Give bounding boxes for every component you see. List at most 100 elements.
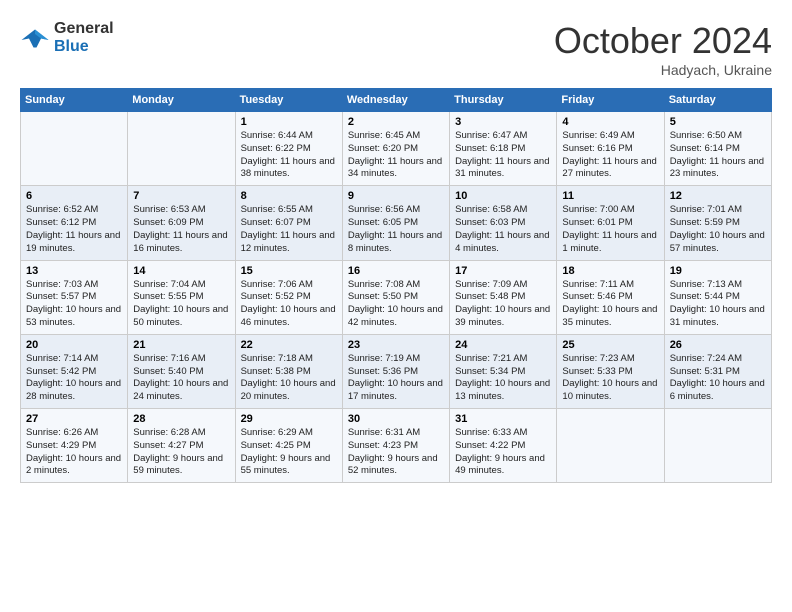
day-info: Sunrise: 7:01 AM Sunset: 5:59 PM Dayligh… [670, 204, 766, 255]
day-info: Sunrise: 6:53 AM Sunset: 6:09 PM Dayligh… [133, 204, 229, 255]
day-number: 26 [670, 339, 766, 351]
day-number: 24 [455, 339, 551, 351]
calendar-cell: 21 Sunrise: 7:16 AM Sunset: 5:40 PM Dayli… [128, 334, 235, 408]
day-number: 22 [241, 339, 337, 351]
day-info: Sunrise: 7:21 AM Sunset: 5:34 PM Dayligh… [455, 353, 551, 404]
calendar-week-row: 1 Sunrise: 6:44 AM Sunset: 6:22 PM Daylig… [21, 112, 772, 186]
day-number: 3 [455, 116, 551, 128]
page: General Blue October 2024 Hadyach, Ukrai… [0, 0, 792, 612]
calendar-cell [128, 112, 235, 186]
calendar-cell: 24 Sunrise: 7:21 AM Sunset: 5:34 PM Dayli… [450, 334, 557, 408]
calendar-cell: 5Sunrise: 6:50 AM Sunset: 6:14 PM Daylig… [664, 112, 771, 186]
day-info: Sunrise: 6:29 AM Sunset: 4:25 PM Dayligh… [241, 427, 337, 478]
title-block: October 2024 Hadyach, Ukraine [554, 20, 772, 78]
calendar-cell: 14 Sunrise: 7:04 AM Sunset: 5:55 PM Dayli… [128, 260, 235, 334]
calendar-cell: 7 Sunrise: 6:53 AM Sunset: 6:09 PM Daylig… [128, 186, 235, 260]
day-info: Sunrise: 7:00 AM Sunset: 6:01 PM Dayligh… [562, 204, 658, 255]
day-number: 15 [241, 265, 337, 277]
calendar-cell: 31 Sunrise: 6:33 AM Sunset: 4:22 PM Dayli… [450, 409, 557, 483]
calendar-table: SundayMondayTuesdayWednesdayThursdayFrid… [20, 88, 772, 483]
calendar-cell: 6 Sunrise: 6:52 AM Sunset: 6:12 PM Daylig… [21, 186, 128, 260]
day-info: Sunrise: 6:55 AM Sunset: 6:07 PM Dayligh… [241, 204, 337, 255]
calendar-cell: 11 Sunrise: 7:00 AM Sunset: 6:01 PM Dayli… [557, 186, 664, 260]
calendar-cell: 4 Sunrise: 6:49 AM Sunset: 6:16 PM Daylig… [557, 112, 664, 186]
day-info: Sunrise: 7:06 AM Sunset: 5:52 PM Dayligh… [241, 279, 337, 330]
day-number: 17 [455, 265, 551, 277]
day-number: 29 [241, 413, 337, 425]
day-number: 8 [241, 190, 337, 202]
day-info: Sunrise: 6:33 AM Sunset: 4:22 PM Dayligh… [455, 427, 551, 478]
day-info: Sunrise: 6:58 AM Sunset: 6:03 PM Dayligh… [455, 204, 551, 255]
day-number: 18 [562, 265, 658, 277]
calendar-cell: 26 Sunrise: 7:24 AM Sunset: 5:31 PM Dayli… [664, 334, 771, 408]
logo-text: General Blue [54, 20, 114, 56]
day-number: 6 [26, 190, 122, 202]
location-subtitle: Hadyach, Ukraine [554, 62, 772, 78]
day-number: 2 [348, 116, 444, 128]
calendar-cell: 29 Sunrise: 6:29 AM Sunset: 4:25 PM Dayli… [235, 409, 342, 483]
calendar-week-row: 20Sunrise: 7:14 AM Sunset: 5:42 PM Dayli… [21, 334, 772, 408]
day-number: 11 [562, 190, 658, 202]
day-info: Sunrise: 7:13 AM Sunset: 5:44 PM Dayligh… [670, 279, 766, 330]
month-title: October 2024 [554, 20, 772, 62]
day-number: 20 [26, 339, 122, 351]
day-info: Sunrise: 7:11 AM Sunset: 5:46 PM Dayligh… [562, 279, 658, 330]
day-number: 1 [241, 116, 337, 128]
day-number: 19 [670, 265, 766, 277]
day-number: 4 [562, 116, 658, 128]
calendar-cell: 1 Sunrise: 6:44 AM Sunset: 6:22 PM Daylig… [235, 112, 342, 186]
day-info: Sunrise: 7:04 AM Sunset: 5:55 PM Dayligh… [133, 279, 229, 330]
calendar-cell: 13Sunrise: 7:03 AM Sunset: 5:57 PM Dayli… [21, 260, 128, 334]
calendar-cell: 17 Sunrise: 7:09 AM Sunset: 5:48 PM Dayli… [450, 260, 557, 334]
day-number: 13 [26, 265, 122, 277]
day-number: 16 [348, 265, 444, 277]
calendar-cell: 15 Sunrise: 7:06 AM Sunset: 5:52 PM Dayli… [235, 260, 342, 334]
calendar-cell: 2 Sunrise: 6:45 AM Sunset: 6:20 PM Daylig… [342, 112, 449, 186]
day-number: 12 [670, 190, 766, 202]
weekday-header: Friday [557, 89, 664, 112]
day-number: 10 [455, 190, 551, 202]
day-info: Sunrise: 7:23 AM Sunset: 5:33 PM Dayligh… [562, 353, 658, 404]
day-number: 27 [26, 413, 122, 425]
day-number: 9 [348, 190, 444, 202]
day-number: 14 [133, 265, 229, 277]
weekday-header: Wednesday [342, 89, 449, 112]
calendar-body: 1 Sunrise: 6:44 AM Sunset: 6:22 PM Daylig… [21, 112, 772, 483]
day-number: 23 [348, 339, 444, 351]
weekday-row: SundayMondayTuesdayWednesdayThursdayFrid… [21, 89, 772, 112]
calendar-cell [664, 409, 771, 483]
calendar-cell: 23Sunrise: 7:19 AM Sunset: 5:36 PM Dayli… [342, 334, 449, 408]
calendar-cell: 30Sunrise: 6:31 AM Sunset: 4:23 PM Dayli… [342, 409, 449, 483]
day-info: Sunrise: 6:49 AM Sunset: 6:16 PM Dayligh… [562, 130, 658, 181]
calendar-cell: 12 Sunrise: 7:01 AM Sunset: 5:59 PM Dayli… [664, 186, 771, 260]
day-number: 7 [133, 190, 229, 202]
weekday-header: Thursday [450, 89, 557, 112]
calendar-cell [21, 112, 128, 186]
day-info: Sunrise: 6:28 AM Sunset: 4:27 PM Dayligh… [133, 427, 229, 478]
day-info: Sunrise: 7:24 AM Sunset: 5:31 PM Dayligh… [670, 353, 766, 404]
weekday-header: Sunday [21, 89, 128, 112]
day-info: Sunrise: 7:16 AM Sunset: 5:40 PM Dayligh… [133, 353, 229, 404]
header: General Blue October 2024 Hadyach, Ukrai… [20, 20, 772, 78]
day-info: Sunrise: 6:52 AM Sunset: 6:12 PM Dayligh… [26, 204, 122, 255]
day-info: Sunrise: 6:44 AM Sunset: 6:22 PM Dayligh… [241, 130, 337, 181]
day-info: Sunrise: 6:45 AM Sunset: 6:20 PM Dayligh… [348, 130, 444, 181]
day-number: 28 [133, 413, 229, 425]
day-number: 31 [455, 413, 551, 425]
calendar-cell: 19 Sunrise: 7:13 AM Sunset: 5:44 PM Dayli… [664, 260, 771, 334]
calendar-cell: 10 Sunrise: 6:58 AM Sunset: 6:03 PM Dayli… [450, 186, 557, 260]
calendar-cell: 28 Sunrise: 6:28 AM Sunset: 4:27 PM Dayli… [128, 409, 235, 483]
calendar-cell: 25 Sunrise: 7:23 AM Sunset: 5:33 PM Dayli… [557, 334, 664, 408]
day-info: Sunrise: 7:09 AM Sunset: 5:48 PM Dayligh… [455, 279, 551, 330]
calendar-cell: 9Sunrise: 6:56 AM Sunset: 6:05 PM Daylig… [342, 186, 449, 260]
calendar-week-row: 27Sunrise: 6:26 AM Sunset: 4:29 PM Dayli… [21, 409, 772, 483]
calendar-header: SundayMondayTuesdayWednesdayThursdayFrid… [21, 89, 772, 112]
calendar-cell: 8 Sunrise: 6:55 AM Sunset: 6:07 PM Daylig… [235, 186, 342, 260]
day-number: 30 [348, 413, 444, 425]
day-number: 25 [562, 339, 658, 351]
logo: General Blue [20, 20, 114, 56]
calendar-cell [557, 409, 664, 483]
day-number: 21 [133, 339, 229, 351]
day-info: Sunrise: 6:47 AM Sunset: 6:18 PM Dayligh… [455, 130, 551, 181]
day-info: Sunrise: 6:50 AM Sunset: 6:14 PM Dayligh… [670, 130, 766, 181]
